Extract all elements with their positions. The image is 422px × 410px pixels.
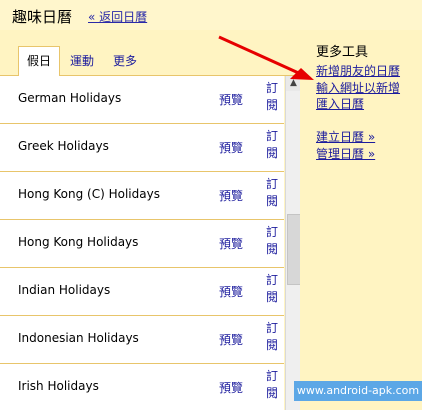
calendar-browser: 假日 運動 更多 German Holidays 預覽 訂閱 Greek Hol…: [0, 30, 302, 410]
calendar-name: Irish Holidays: [18, 379, 99, 393]
subscribe-link[interactable]: 訂閱: [266, 320, 280, 354]
back-to-calendar-link[interactable]: « 返回日曆: [88, 8, 147, 25]
calendar-name: German Holidays: [18, 91, 122, 105]
subscribe-link[interactable]: 訂閱: [266, 272, 280, 306]
page-title: 趣味日曆: [12, 8, 73, 26]
import-calendar-link[interactable]: 匯入日曆: [316, 96, 364, 112]
calendar-name: Indonesian Holidays: [18, 331, 139, 345]
subscribe-link[interactable]: 訂閱: [266, 128, 280, 162]
calendar-row: Greek Holidays 預覽 訂閱: [0, 124, 284, 172]
subscribe-link[interactable]: 訂閱: [266, 176, 280, 210]
holiday-calendar-list: German Holidays 預覽 訂閱 Greek Holidays 預覽 …: [0, 76, 284, 410]
preview-link[interactable]: 預覽: [219, 187, 243, 204]
more-tools-title: 更多工具: [316, 45, 369, 60]
top-bar: 趣味日曆 « 返回日曆: [0, 0, 422, 30]
calendar-row: Indian Holidays 預覽 訂閱: [0, 268, 284, 316]
add-by-url-link[interactable]: 輸入網址以新增: [316, 80, 400, 96]
preview-link[interactable]: 預覽: [219, 235, 243, 252]
subscribe-link[interactable]: 訂閱: [266, 224, 280, 258]
calendar-name: Indian Holidays: [18, 283, 111, 297]
subscribe-link[interactable]: 訂閱: [266, 368, 280, 402]
calendar-row: Hong Kong (C) Holidays 預覽 訂閱: [0, 172, 284, 220]
preview-link[interactable]: 預覽: [219, 331, 243, 348]
preview-link[interactable]: 預覽: [219, 379, 243, 396]
calendar-row: German Holidays 預覽 訂閱: [0, 76, 284, 124]
create-calendar-link[interactable]: 建立日曆 »: [316, 129, 375, 145]
tab-bar: 假日 運動 更多: [0, 46, 300, 77]
tab-holidays[interactable]: 假日: [18, 46, 61, 77]
preview-link[interactable]: 預覽: [219, 283, 243, 300]
more-tools-panel: 更多工具 新增朋友的日曆 輸入網址以新增 匯入日曆 建立日曆 » 管理日曆 »: [300, 30, 422, 410]
watermark: www.android-apk.com: [294, 381, 422, 401]
calendar-row: Indonesian Holidays 預覽 訂閱: [0, 316, 284, 364]
tab-sports[interactable]: 運動: [70, 52, 94, 69]
subscribe-link[interactable]: 訂閱: [266, 80, 280, 114]
preview-link[interactable]: 預覽: [219, 139, 243, 156]
scroll-up-arrow-icon[interactable]: ▲: [286, 76, 301, 91]
calendar-name: Hong Kong Holidays: [18, 235, 139, 249]
add-friend-calendar-link[interactable]: 新增朋友的日曆: [316, 63, 400, 79]
calendar-row: Hong Kong Holidays 預覽 訂閱: [0, 220, 284, 268]
calendar-name: Hong Kong (C) Holidays: [18, 187, 160, 201]
tab-more[interactable]: 更多: [113, 52, 137, 69]
calendar-row: Irish Holidays 預覽 訂閱: [0, 364, 284, 410]
preview-link[interactable]: 預覽: [219, 91, 243, 108]
manage-calendar-link[interactable]: 管理日曆 »: [316, 146, 375, 162]
list-scrollbar[interactable]: ▲: [285, 76, 302, 410]
calendar-name: Greek Holidays: [18, 139, 109, 153]
